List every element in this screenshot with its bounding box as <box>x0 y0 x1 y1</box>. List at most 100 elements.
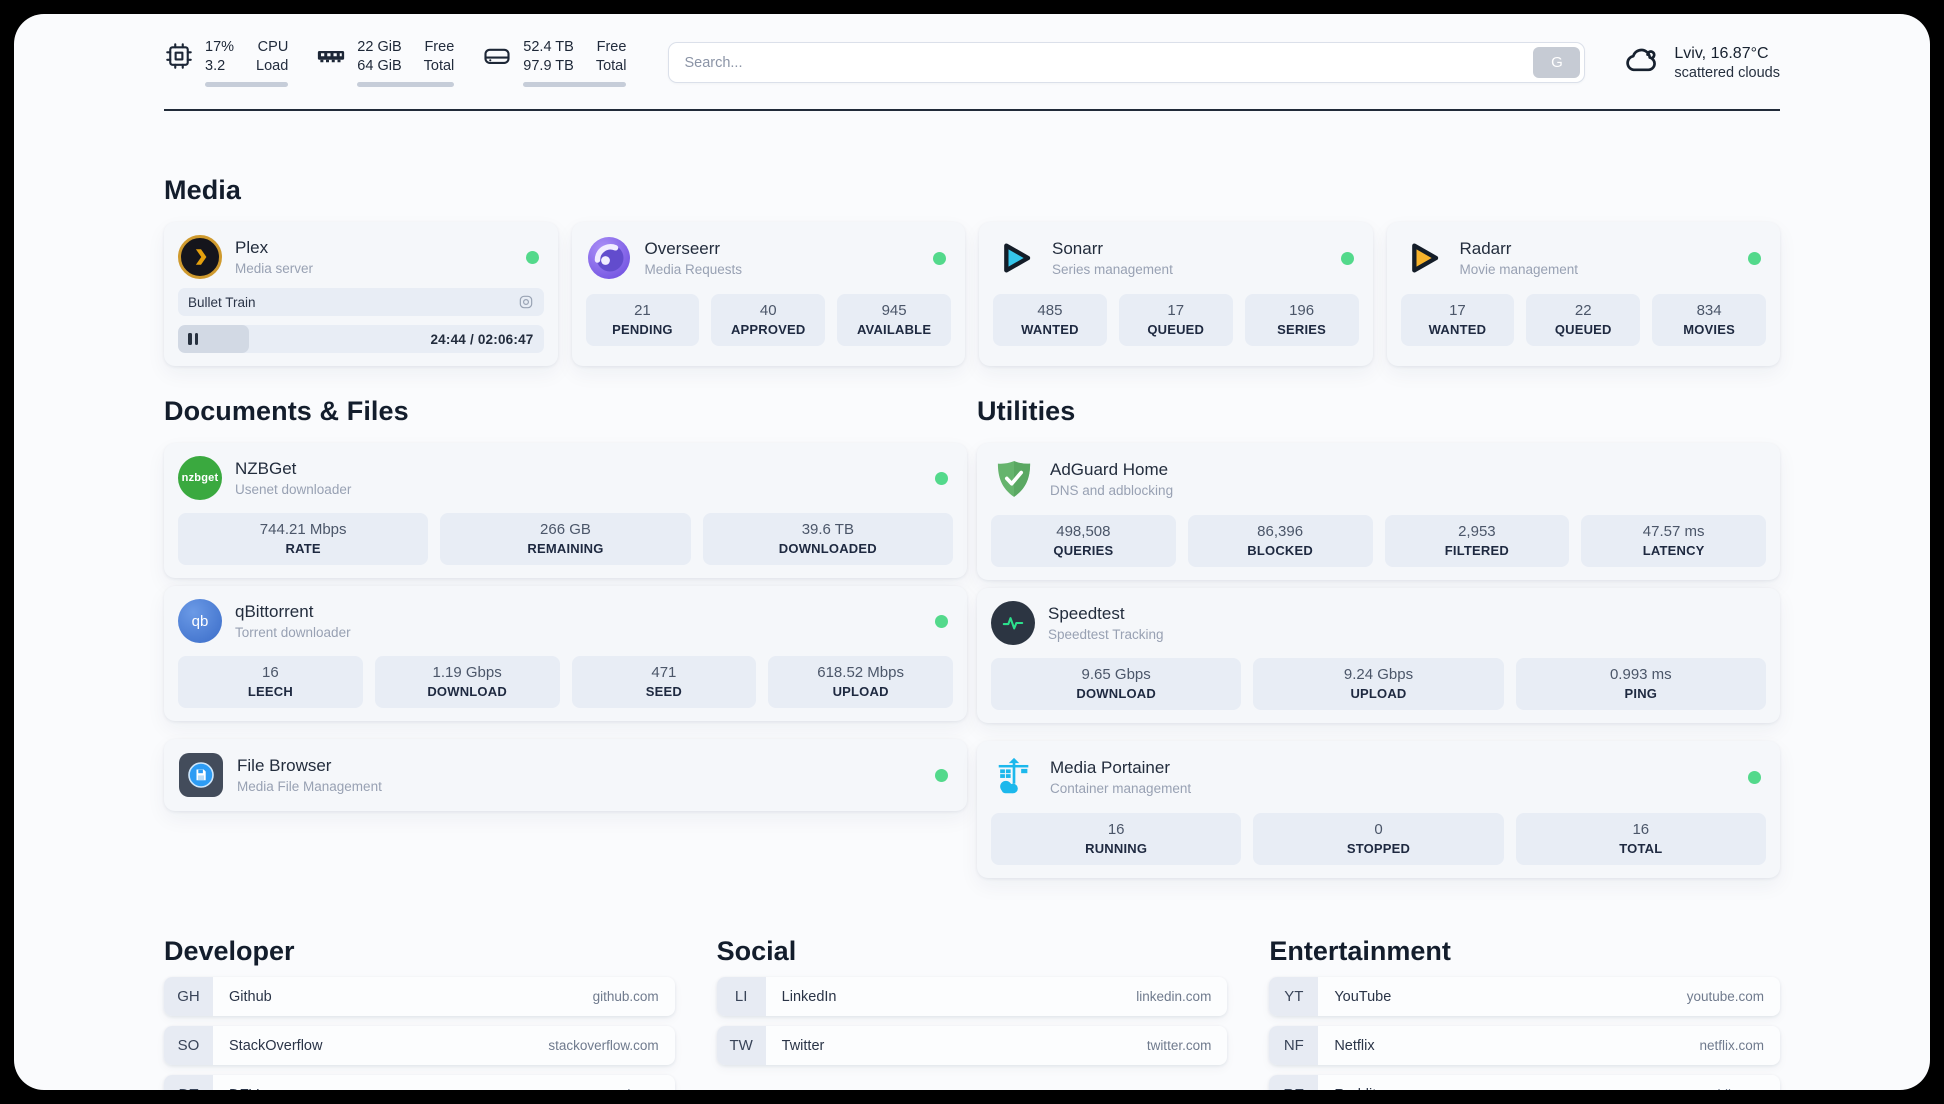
search-bar: G <box>668 42 1586 84</box>
app-name: Media Portainer <box>1050 758 1171 778</box>
stat-series: 196 SERIES <box>1244 294 1359 347</box>
stat-downloaded: 39.6 TB DOWNLOADED <box>702 513 953 566</box>
app-card-filebrowser[interactable]: File Browser Media File Management <box>164 739 967 812</box>
memory-total-label: Total <box>423 58 455 75</box>
bookmark-linkedin[interactable]: LI LinkedIn linkedin.com <box>716 977 1228 1017</box>
stat-pending: 21 PENDING <box>585 294 700 347</box>
bookmark-url: netflix.com <box>1699 1038 1764 1054</box>
weather-location-temp: Lviv, 16.87°C <box>1674 44 1769 62</box>
cpu-load-value: 3.2 <box>205 58 226 75</box>
bookmark-reddit[interactable]: RE Reddit reddit.com <box>1269 1075 1780 1090</box>
bookmark-youtube[interactable]: YT YouTube youtube.com <box>1269 977 1780 1017</box>
app-name: Sonarr <box>1052 239 1104 259</box>
memory-total-value: 64 GiB <box>357 58 402 75</box>
app-card-overseerr[interactable]: Overseerr Media Requests 21 PENDING 40 A… <box>571 222 965 367</box>
bookmark-abbr: LI <box>716 977 766 1017</box>
search-input[interactable] <box>668 42 1586 84</box>
stat-approved: 40 APPROVED <box>711 294 826 347</box>
disk-free-value: 52.4 TB <box>523 39 574 55</box>
bookmark-twitter[interactable]: TW Twitter twitter.com <box>716 1026 1228 1066</box>
utilities-column: Utilities AdGuard Home DNS and adblockin… <box>977 396 1780 879</box>
section-title-entertainment: Entertainment <box>1269 936 1451 967</box>
bookmark-abbr: DT <box>164 1075 213 1090</box>
stat-rate: 744.21 Mbps RATE <box>178 513 429 566</box>
app-name: Plex <box>235 238 269 258</box>
stat-total: 16 TOTAL <box>1515 813 1766 866</box>
stat-stopped: 0 STOPPED <box>1253 813 1504 866</box>
bookmark-name: YouTube <box>1334 988 1392 1005</box>
stat-upload: 9.24 Gbps UPLOAD <box>1253 658 1504 711</box>
bookmark-dev[interactable]: DT DEV dev.to <box>164 1075 675 1090</box>
stat-wanted: 17 WANTED <box>1400 294 1515 347</box>
bookmark-abbr: GH <box>164 977 213 1017</box>
stat-available: 945 AVAILABLE <box>837 294 951 347</box>
app-description: Usenet downloader <box>235 482 352 498</box>
pause-icon <box>188 333 198 346</box>
app-card-portainer[interactable]: Media Portainer Container management 16 … <box>977 741 1780 879</box>
cloud-icon <box>1623 41 1661 84</box>
app-card-adguard[interactable]: AdGuard Home DNS and adblocking 498,508 … <box>977 443 1780 581</box>
bookmark-name: StackOverflow <box>229 1037 323 1054</box>
section-title-developer: Developer <box>164 936 295 967</box>
app-description: Container management <box>1050 781 1192 797</box>
app-name: Speedtest <box>1048 604 1125 624</box>
app-name: Radarr <box>1459 239 1512 259</box>
header-divider <box>164 109 1780 112</box>
app-card-sonarr[interactable]: Sonarr Series management 485 WANTED 17 Q… <box>979 222 1373 367</box>
bookmark-name: LinkedIn <box>781 988 837 1005</box>
stat-seed: 471 SEED <box>571 656 757 709</box>
bookmark-netflix[interactable]: NF Netflix netflix.com <box>1269 1026 1780 1066</box>
plex-icon <box>178 235 222 280</box>
cpu-stat: 17% 3.2 CPU Load <box>164 38 289 88</box>
bookmark-abbr: RE <box>1269 1075 1319 1090</box>
now-playing-title-row: Bullet Train <box>178 288 544 317</box>
app-description: Media server <box>235 261 314 277</box>
stat-running: 16 RUNNING <box>991 813 1242 866</box>
bookmark-name: DEV <box>229 1087 259 1090</box>
now-playing-display-icon <box>518 294 534 310</box>
nzbget-icon: nzbget <box>178 456 222 501</box>
app-description: Media File Management <box>237 779 382 795</box>
stat-queued: 17 QUEUED <box>1118 294 1233 347</box>
bookmark-group-social: Social LI LinkedIn linkedin.com TW Twitt… <box>716 936 1228 1090</box>
stat-leech: 16 LEECH <box>178 656 363 709</box>
system-stats: 17% 3.2 CPU Load 22 GiB 64 GiB Free Tota… <box>164 38 627 88</box>
cpu-label: CPU <box>257 39 289 55</box>
app-card-plex[interactable]: Plex Media server Bullet Train 24:44 / 0… <box>164 222 558 367</box>
stat-latency: 47.57 ms LATENCY <box>1581 515 1766 568</box>
app-card-speedtest[interactable]: Speedtest Speedtest Tracking 9.65 Gbps D… <box>977 588 1780 724</box>
bookmark-stackoverflow[interactable]: SO StackOverflow stackoverflow.com <box>164 1026 675 1066</box>
app-card-nzbget[interactable]: nzbget NZBGet Usenet downloader 744.21 M… <box>164 443 967 579</box>
qbittorrent-icon: qb <box>178 599 222 644</box>
app-name: Overseerr <box>644 239 721 259</box>
section-title-documents: Documents & Files <box>164 396 409 427</box>
stat-movies: 834 MOVIES <box>1652 294 1766 347</box>
bookmark-url: dev.to <box>623 1087 659 1090</box>
app-card-radarr[interactable]: Radarr Movie management 17 WANTED 22 QUE… <box>1386 222 1780 367</box>
stat-download: 9.65 Gbps DOWNLOAD <box>991 658 1242 711</box>
speedtest-icon <box>991 601 1035 646</box>
playback-time: 24:44 / 02:06:47 <box>430 331 534 347</box>
search-engine-button[interactable]: G <box>1533 47 1581 79</box>
cpu-icon <box>164 41 194 76</box>
overseerr-icon <box>586 235 632 281</box>
app-description: Torrent downloader <box>235 625 351 641</box>
stat-remaining: 266 GB REMAINING <box>440 513 691 566</box>
documents-column: Documents & Files nzbget NZBGet Usenet d… <box>164 396 967 878</box>
disk-icon <box>482 41 512 76</box>
media-card-grid: Plex Media server Bullet Train 24:44 / 0… <box>164 222 1780 367</box>
section-title-utilities: Utilities <box>977 396 1076 427</box>
disk-stat: 52.4 TB 97.9 TB Free Total <box>482 38 627 88</box>
dashboard-page: 17% 3.2 CPU Load 22 GiB 64 GiB Free Tota… <box>14 14 1930 1090</box>
stat-ping: 0.993 ms PING <box>1515 658 1766 711</box>
bookmark-github[interactable]: GH Github github.com <box>164 977 675 1017</box>
disk-progress-bar <box>523 82 627 88</box>
app-name: File Browser <box>237 756 332 776</box>
app-card-qbittorrent[interactable]: qb qBittorrent Torrent downloader 16 LEE… <box>164 586 967 722</box>
memory-progress-bar <box>357 82 455 88</box>
bookmark-abbr: YT <box>1269 977 1319 1017</box>
portainer-icon <box>991 754 1037 800</box>
bookmark-name: Reddit <box>1334 1087 1376 1090</box>
filebrowser-icon <box>178 752 224 798</box>
bookmark-abbr: SO <box>164 1026 213 1066</box>
